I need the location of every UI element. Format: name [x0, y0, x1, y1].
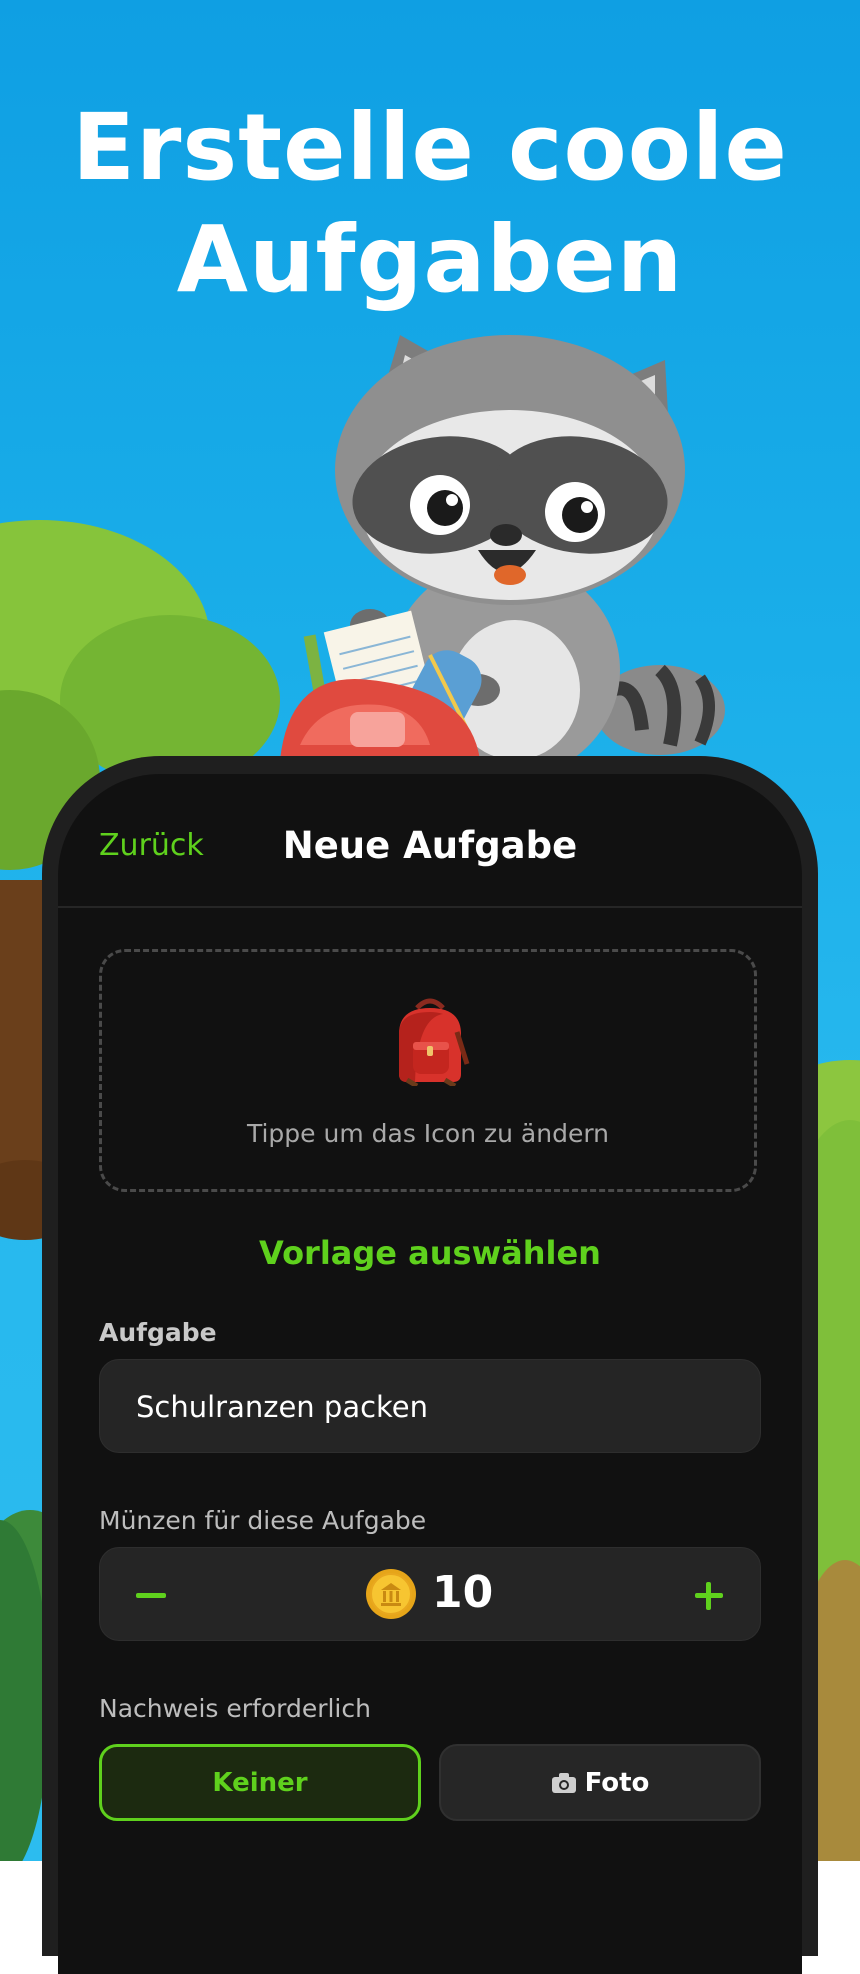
page-title: Neue Aufgabe: [282, 824, 578, 867]
navigation-bar: Zurück Neue Aufgabe: [58, 774, 802, 908]
decrement-coins-button[interactable]: [100, 1548, 190, 1640]
proof-option-photo[interactable]: Foto: [439, 1744, 761, 1821]
minus-icon: [136, 1593, 166, 1598]
camera-icon: [551, 1773, 576, 1793]
proof-label: Nachweis erforderlich: [99, 1694, 371, 1723]
plus-icon-vertical: [706, 1582, 711, 1610]
headline-line-2: Aufgaben: [176, 206, 684, 313]
headline-line-1: Erstelle coole: [72, 94, 788, 201]
choose-template-button[interactable]: Vorlage auswählen: [58, 1234, 802, 1272]
icon-picker[interactable]: Tippe um das Icon zu ändern: [99, 949, 757, 1192]
proof-option-photo-label: Foto: [584, 1768, 650, 1798]
coin-icon: [366, 1569, 416, 1619]
icon-picker-hint: Tippe um das Icon zu ändern: [246, 1119, 610, 1148]
backpack-icon: [387, 994, 473, 1089]
coins-stepper: 10: [99, 1547, 761, 1641]
coins-label: Münzen für diese Aufgabe: [99, 1506, 427, 1535]
coins-value: 10: [432, 1567, 494, 1618]
task-label: Aufgabe: [99, 1318, 217, 1347]
increment-coins-button[interactable]: [670, 1548, 760, 1640]
proof-option-none[interactable]: Keiner: [99, 1744, 421, 1821]
headline: Erstelle coole Aufgaben: [0, 92, 860, 316]
task-input[interactable]: Schulranzen packen: [99, 1359, 761, 1453]
phone-screen: Zurück Neue Aufgabe Tippe um das Icon zu…: [58, 774, 802, 1974]
